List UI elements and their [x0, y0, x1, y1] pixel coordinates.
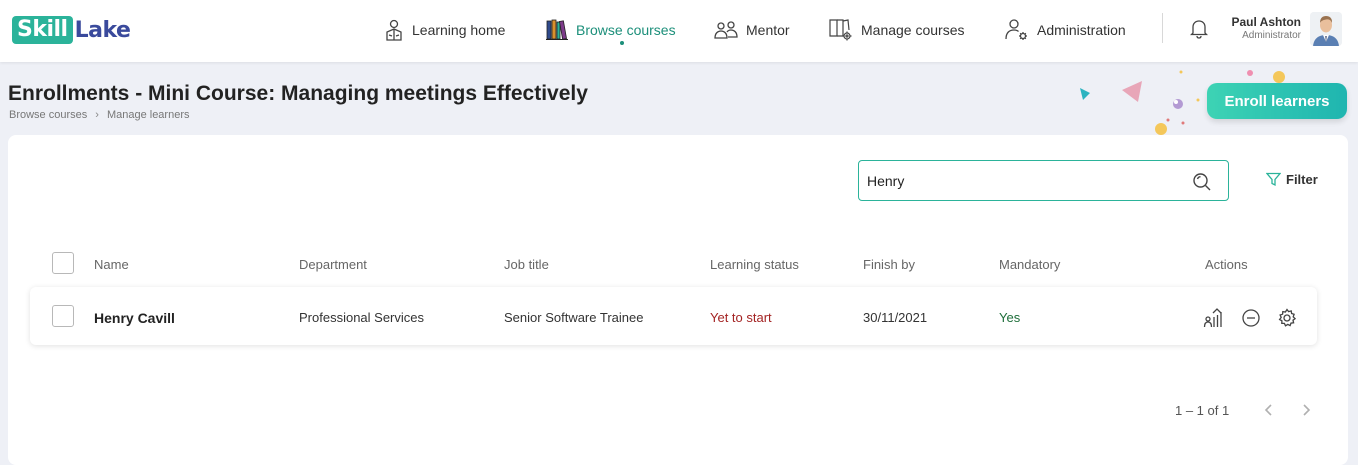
breadcrumb-chevron-icon: › — [95, 109, 99, 121]
nav-manage-courses[interactable]: Manage courses — [829, 16, 965, 44]
nav-manage-courses-label: Manage courses — [861, 22, 965, 38]
learning-status-badge: Yet to start — [710, 310, 772, 325]
user-role: Administrator — [1242, 30, 1301, 41]
column-header-mandatory[interactable]: Mandatory — [999, 257, 1060, 272]
breadcrumb: Browse courses › Manage learners — [9, 109, 190, 121]
active-nav-indicator — [620, 41, 624, 45]
learner-job-title: Senior Software Trainee — [504, 310, 644, 325]
nav-learning-home-label: Learning home — [412, 22, 506, 38]
logo-skill-text: Skill — [12, 16, 73, 44]
learner-name[interactable]: Henry Cavill — [94, 310, 175, 326]
settings-icon[interactable] — [1277, 308, 1297, 328]
nav-administration[interactable]: Administration — [1005, 16, 1126, 44]
row-select-checkbox[interactable] — [52, 305, 74, 327]
nav-browse-courses-label: Browse courses — [576, 22, 676, 38]
books-icon — [546, 19, 568, 40]
column-header-learning-status[interactable]: Learning status — [710, 257, 799, 272]
column-header-department[interactable]: Department — [299, 257, 367, 272]
manage-courses-icon — [829, 19, 852, 41]
enroll-learners-button[interactable]: Enroll learners — [1207, 83, 1347, 119]
pagination-summary: 1 – 1 of 1 — [1175, 403, 1230, 418]
column-header-finish-by[interactable]: Finish by — [863, 257, 915, 272]
progress-icon[interactable] — [1203, 308, 1223, 328]
user-avatar[interactable] — [1310, 12, 1342, 46]
learning-home-icon — [386, 19, 402, 41]
mandatory-value: Yes — [999, 310, 1021, 325]
breadcrumb-browse-courses[interactable]: Browse courses — [9, 109, 87, 121]
nav-divider — [1162, 13, 1163, 43]
previous-page-chevron-icon[interactable] — [1262, 403, 1276, 417]
filter-icon — [1266, 172, 1281, 187]
mentor-icon — [714, 21, 738, 39]
learner-department: Professional Services — [299, 310, 424, 325]
table-row[interactable] — [30, 287, 1317, 345]
filter-button[interactable]: Filter — [1266, 172, 1318, 187]
select-all-checkbox[interactable] — [52, 252, 74, 274]
breadcrumb-manage-learners: Manage learners — [106, 109, 190, 121]
skilllake-logo[interactable]: Skill Lake — [12, 16, 131, 44]
page-title: Enrollments - Mini Course: Managing meet… — [8, 82, 588, 105]
enrollments-card: Filter Name Department Job title Learnin… — [8, 135, 1348, 465]
nav-browse-courses[interactable]: Browse courses — [546, 16, 676, 44]
column-header-actions: Actions — [1205, 257, 1248, 272]
logo-lake-text: Lake — [74, 17, 131, 43]
search-icon[interactable] — [1192, 172, 1212, 192]
top-navigation-bar: Skill Lake Learning home Browse courses M… — [0, 0, 1358, 62]
search-field[interactable] — [858, 160, 1229, 201]
filter-label: Filter — [1286, 172, 1318, 187]
column-header-job-title[interactable]: Job title — [504, 257, 549, 272]
nav-mentor[interactable]: Mentor — [714, 16, 790, 44]
search-input[interactable] — [867, 171, 1167, 191]
administration-icon — [1005, 19, 1027, 40]
next-page-chevron-icon[interactable] — [1299, 403, 1313, 417]
finish-by-date: 30/11/2021 — [863, 310, 928, 325]
nav-learning-home[interactable]: Learning home — [384, 16, 505, 44]
user-name[interactable]: Paul Ashton — [1200, 15, 1301, 29]
column-header-name[interactable]: Name — [94, 257, 129, 272]
nav-administration-label: Administration — [1037, 22, 1126, 38]
remove-icon[interactable] — [1241, 308, 1261, 328]
nav-mentor-label: Mentor — [746, 22, 790, 38]
